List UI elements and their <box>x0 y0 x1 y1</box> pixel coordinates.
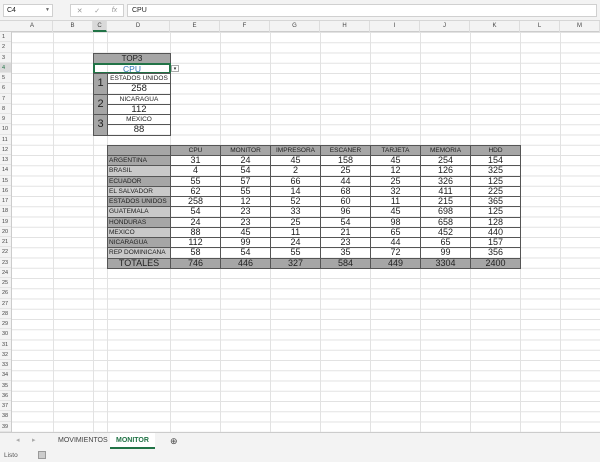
row-header-9[interactable]: 9 <box>0 114 11 125</box>
column-header-H[interactable]: H <box>320 21 370 32</box>
enter-icon[interactable]: ✓ <box>94 7 100 15</box>
row-header-13[interactable]: 13 <box>0 155 11 166</box>
row-header-20[interactable]: 20 <box>0 227 11 237</box>
row-header-15[interactable]: 15 <box>0 176 11 186</box>
row-header-37[interactable]: 37 <box>0 401 11 412</box>
top3-rank: 1 <box>93 73 108 95</box>
status-bar: Listo <box>0 450 600 462</box>
row-header-7[interactable]: 7 <box>0 94 11 104</box>
column-headers: ABCDEFGHIJKLM <box>0 21 600 32</box>
row-header-29[interactable]: 29 <box>0 319 11 330</box>
column-header-I[interactable]: I <box>370 21 420 32</box>
row-header-22[interactable]: 22 <box>0 247 11 258</box>
tab-monitor[interactable]: MONITOR <box>110 433 155 449</box>
total-cell: 2400 <box>470 257 521 269</box>
top3-rank: 3 <box>93 114 108 136</box>
row-header-17[interactable]: 17 <box>0 196 11 207</box>
column-header-G[interactable]: G <box>270 21 320 32</box>
column-header-C[interactable]: C <box>93 21 107 32</box>
row-header-34[interactable]: 34 <box>0 370 11 381</box>
total-cell: 3304 <box>420 257 471 269</box>
row-header-5[interactable]: 5 <box>0 73 11 84</box>
status-text: Listo <box>4 452 18 459</box>
tab-scroll-left-icon[interactable]: ◂ <box>10 433 26 449</box>
row-header-25[interactable]: 25 <box>0 278 11 289</box>
add-sheet-icon[interactable]: ⊕ <box>164 433 184 449</box>
row-header-24[interactable]: 24 <box>0 268 11 278</box>
row-header-12[interactable]: 12 <box>0 145 11 155</box>
top3-rank: 2 <box>93 93 108 116</box>
row-header-30[interactable]: 30 <box>0 329 11 340</box>
row-header-8[interactable]: 8 <box>0 104 11 114</box>
row-header-11[interactable]: 11 <box>0 135 11 145</box>
row-header-4[interactable]: 4 <box>0 62 11 73</box>
row-header-28[interactable]: 28 <box>0 309 11 319</box>
dropdown-arrow-icon[interactable]: ▾ <box>171 64 179 72</box>
total-cell: 449 <box>370 257 421 269</box>
tab-scroll-right-icon[interactable]: ▸ <box>26 433 42 449</box>
column-header-D[interactable]: D <box>107 21 170 32</box>
total-cell: 584 <box>320 257 371 269</box>
row-header-32[interactable]: 32 <box>0 350 11 360</box>
row-header-33[interactable]: 33 <box>0 360 11 371</box>
column-header-E[interactable]: E <box>170 21 220 32</box>
formula-input[interactable]: CPU <box>127 4 597 17</box>
row-header-35[interactable]: 35 <box>0 381 11 391</box>
total-cell: 327 <box>270 257 321 269</box>
row-headers: 1 2 3 4 5 6 7 8 9 10 11 12 13 14 15 16 17 18 19 20 21 22 23 24 2… <box>0 32 12 432</box>
column-header-B[interactable]: B <box>53 21 93 32</box>
name-box[interactable]: C4 ▼ <box>3 4 53 17</box>
chevron-down-icon[interactable]: ▼ <box>45 7 50 13</box>
column-header-L[interactable]: L <box>520 21 560 32</box>
insert-function-icon[interactable]: fx <box>112 7 117 14</box>
row-header-19[interactable]: 19 <box>0 217 11 227</box>
row-header-21[interactable]: 21 <box>0 237 11 248</box>
formula-buttons: ✕ ✓ fx <box>70 4 124 17</box>
column-header-M[interactable]: M <box>560 21 600 32</box>
row-header-2[interactable]: 2 <box>0 42 11 53</box>
column-header-K[interactable]: K <box>470 21 520 32</box>
name-box-value: C4 <box>7 7 16 14</box>
totals-label: TOTALES <box>107 257 171 269</box>
row-header-31[interactable]: 31 <box>0 340 11 350</box>
total-cell: 746 <box>170 257 221 269</box>
tab-movimientos[interactable]: MOVIMIENTOS <box>52 433 114 449</box>
gridline <box>53 32 54 432</box>
cancel-icon[interactable]: ✕ <box>77 7 83 15</box>
macro-record-icon[interactable] <box>38 451 46 459</box>
column-header-F[interactable]: F <box>220 21 270 32</box>
row-header-3[interactable]: 3 <box>0 53 11 63</box>
top3-value: 88 <box>107 124 171 136</box>
row-header-27[interactable]: 27 <box>0 299 11 309</box>
row-header-36[interactable]: 36 <box>0 391 11 401</box>
row-header-26[interactable]: 26 <box>0 288 11 299</box>
column-header-A[interactable]: A <box>12 21 53 32</box>
gridline <box>560 32 561 432</box>
formula-bar: C4 ▼ ✕ ✓ fx CPU <box>0 0 600 21</box>
row-header-6[interactable]: 6 <box>0 83 11 94</box>
sheet-tabs-bar: ◂ ▸ MOVIMIENTOS MONITOR ⊕ <box>0 432 600 450</box>
row-header-14[interactable]: 14 <box>0 165 11 176</box>
row-header-18[interactable]: 18 <box>0 206 11 217</box>
row-header-10[interactable]: 10 <box>0 124 11 135</box>
row-header-16[interactable]: 16 <box>0 186 11 196</box>
total-cell: 446 <box>220 257 271 269</box>
row-header-1[interactable]: 1 <box>0 32 11 43</box>
column-header-J[interactable]: J <box>420 21 470 32</box>
row-header-23[interactable]: 23 <box>0 258 11 268</box>
row-header-38[interactable]: 38 <box>0 411 11 422</box>
row-header-39[interactable]: 39 <box>0 422 11 432</box>
